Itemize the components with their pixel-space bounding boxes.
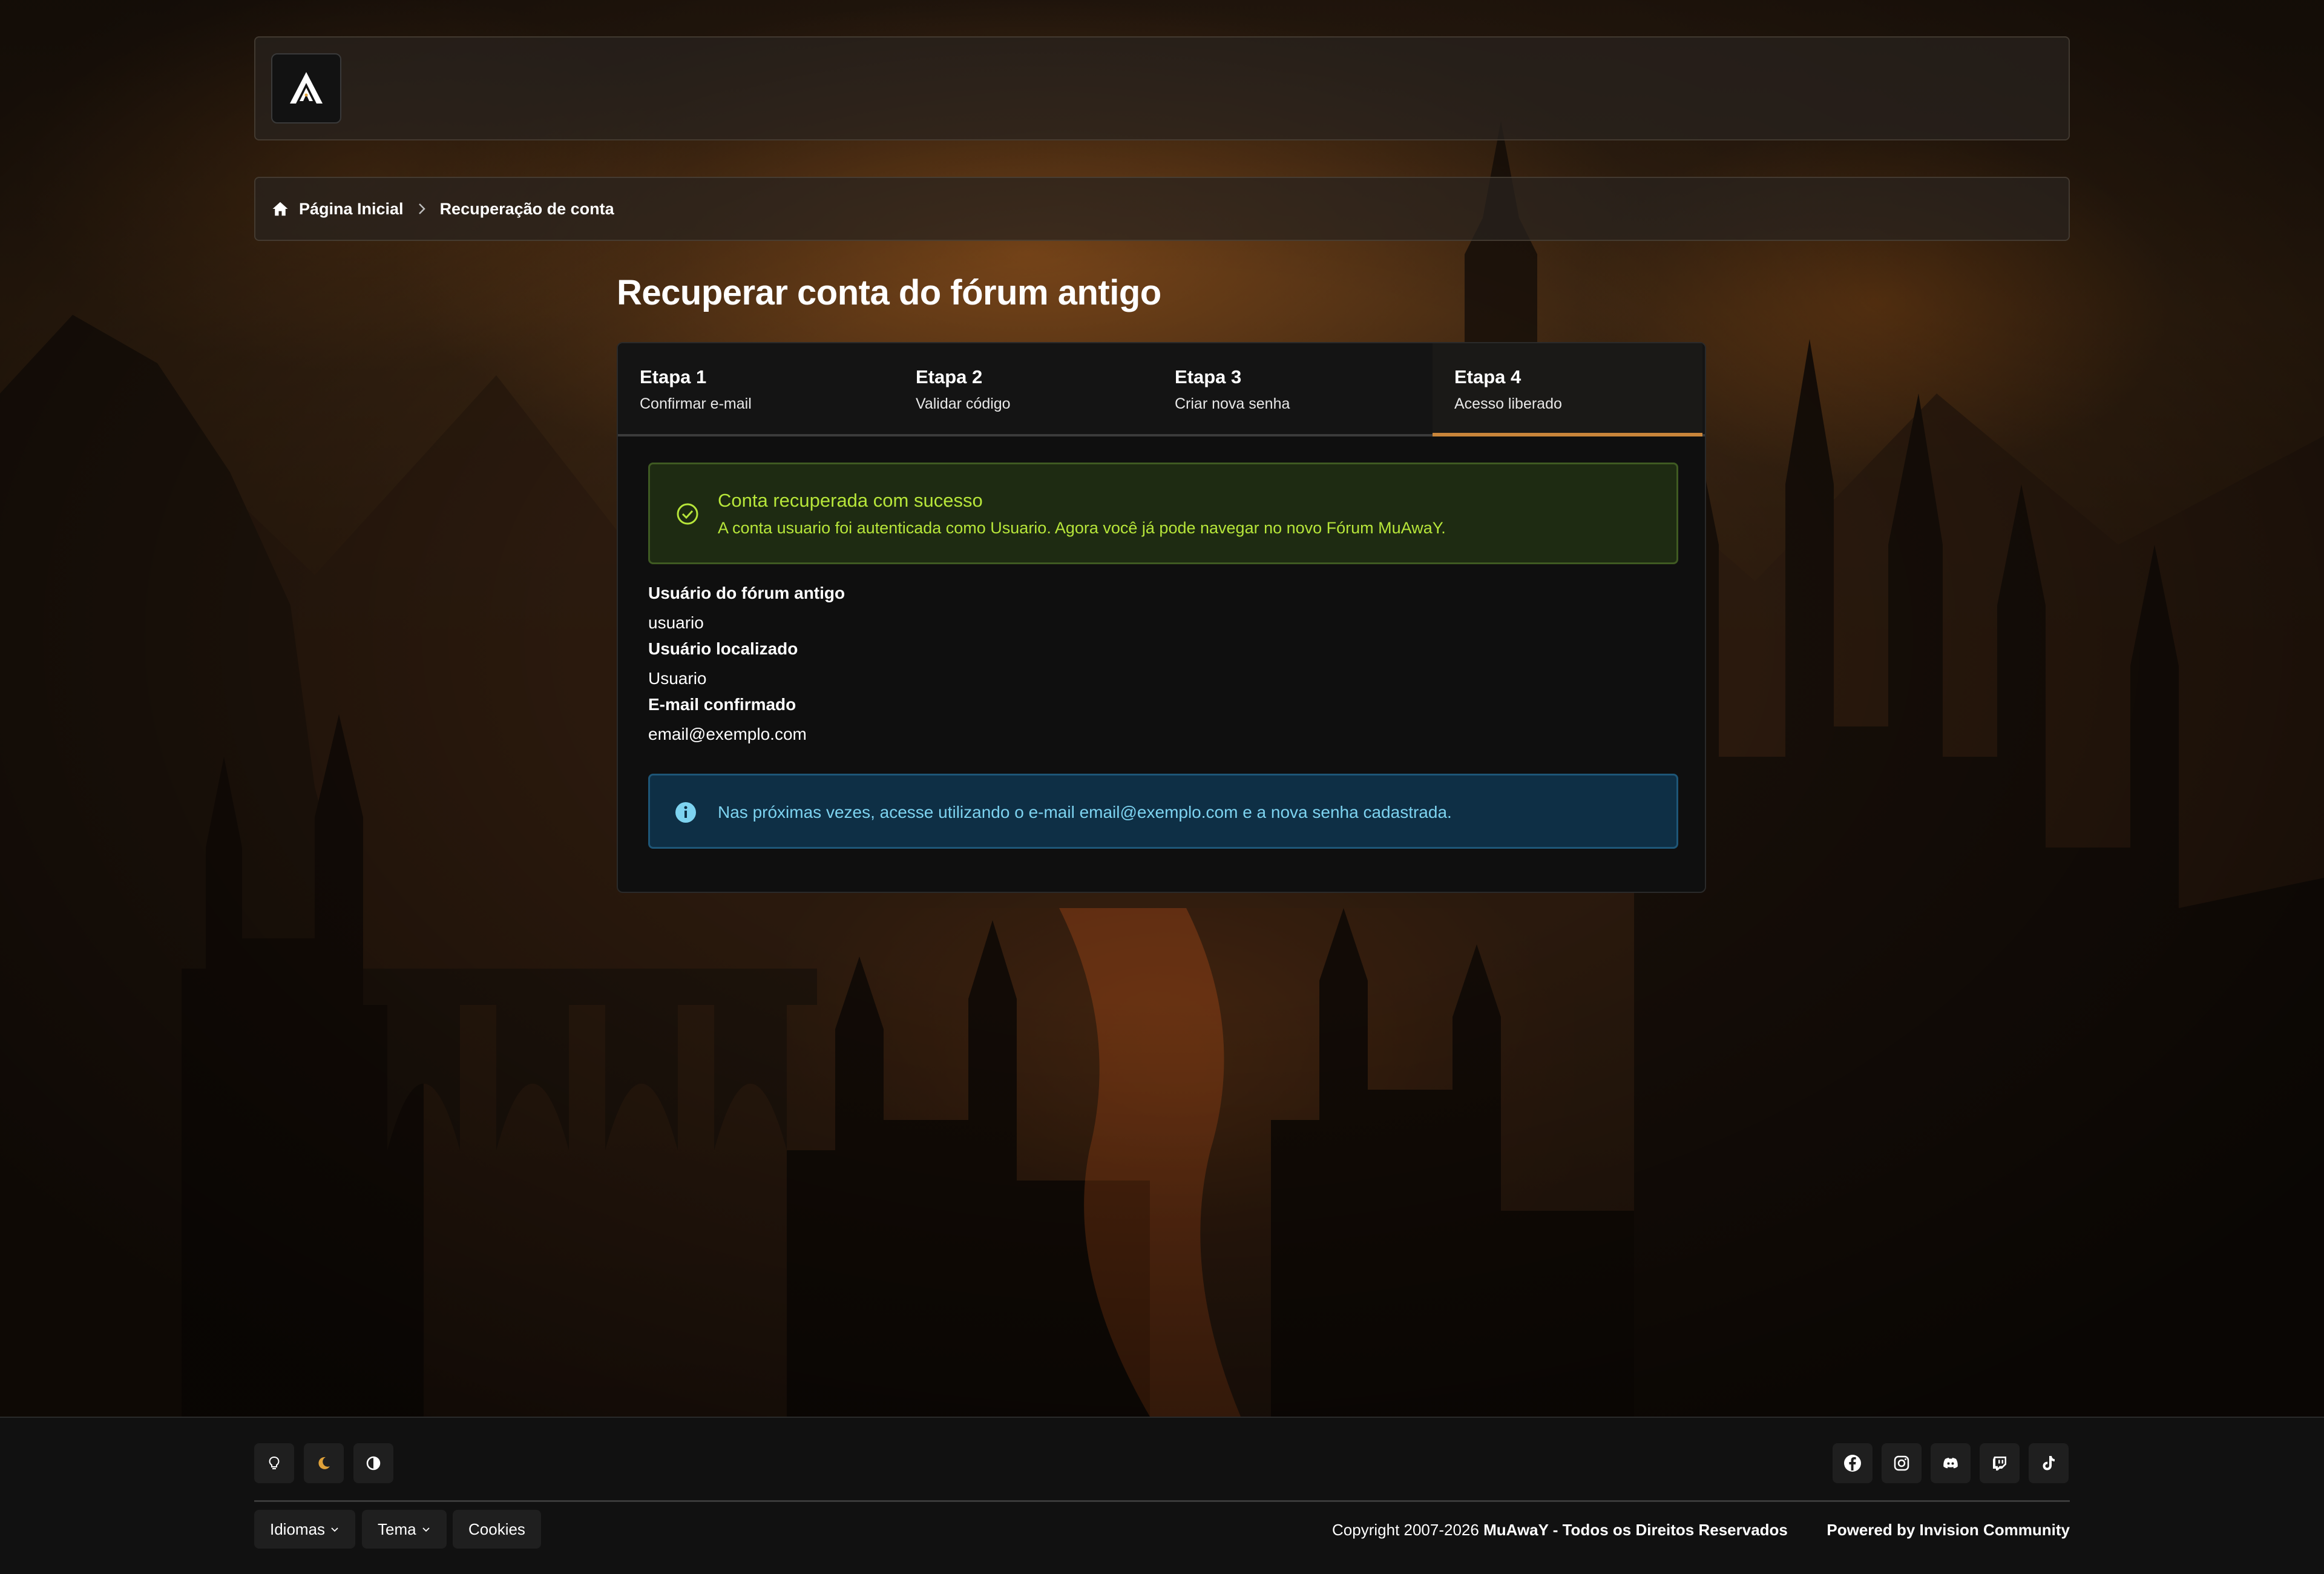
info-alert-message: Nas próximas vezes, acesse utilizando o …: [718, 803, 1452, 822]
cookies-label: Cookies: [468, 1520, 525, 1538]
step-desc: Confirmar e-mail: [640, 395, 752, 412]
facebook-button[interactable]: [1833, 1443, 1873, 1483]
recovery-card: Etapa 1 Confirmar e-mail Etapa 2 Validar…: [617, 342, 1706, 893]
logo-icon: [290, 72, 323, 104]
step-4-active: Etapa 4 Acesso liberado: [1433, 343, 1702, 436]
instagram-button[interactable]: [1882, 1443, 1922, 1483]
breadcrumb-home-link[interactable]: Página Inicial: [299, 200, 404, 219]
light-mode-button[interactable]: [254, 1443, 294, 1483]
page-title: Recuperar conta do fórum antigo: [617, 273, 1161, 312]
facebook-icon: [1844, 1455, 1861, 1472]
step-desc: Acesso liberado: [1454, 395, 1562, 412]
site-footer: Idiomas Tema Cookies Copyright 2007-2026…: [0, 1417, 2324, 1574]
field-label: E-mail confirmado: [648, 695, 796, 714]
theme-label: Tema: [378, 1520, 416, 1538]
lightbulb-icon: [269, 1457, 280, 1469]
theme-dropdown[interactable]: Tema: [362, 1510, 447, 1549]
info-alert: Nas próximas vezes, acesse utilizando o …: [648, 774, 1678, 849]
field-old-user-value: usuario: [648, 613, 704, 633]
step-desc: Validar código: [916, 395, 1011, 412]
tiktok-button[interactable]: [2029, 1443, 2069, 1483]
site-header: [254, 36, 2070, 140]
copyright-text: Copyright 2007-2026 MuAwaY - Todos os Di…: [1332, 1521, 2070, 1539]
step-desc: Criar nova senha: [1175, 395, 1290, 412]
contrast-icon: [366, 1456, 381, 1470]
step-title: Etapa 1: [640, 366, 707, 387]
twitch-button[interactable]: [1980, 1443, 2020, 1483]
home-icon: [272, 202, 288, 216]
discord-button[interactable]: [1931, 1443, 1971, 1483]
copyright-brand: MuAwaY - Todos os Direitos Reservados: [1483, 1521, 1788, 1539]
moon-icon: [318, 1457, 330, 1469]
field-value: Usuario: [648, 669, 707, 688]
field-value: usuario: [648, 613, 704, 632]
chevron-right-icon: [418, 203, 425, 214]
breadcrumb: Página Inicial Recuperação de conta: [254, 177, 2070, 241]
success-alert: Conta recuperada com sucesso A conta usu…: [648, 463, 1678, 564]
instagram-icon: [1894, 1455, 1909, 1471]
success-alert-title: Conta recuperada com sucesso: [718, 490, 983, 511]
field-label: Usuário do fórum antigo: [648, 584, 845, 602]
success-alert-message: A conta usuario foi autenticada como Usu…: [718, 519, 1446, 537]
field-value: email@exemplo.com: [648, 725, 807, 743]
cookies-button[interactable]: Cookies: [453, 1510, 541, 1549]
copyright-years: Copyright 2007-2026: [1332, 1521, 1479, 1539]
footer-divider: [254, 1500, 2070, 1502]
languages-dropdown[interactable]: Idiomas: [254, 1510, 356, 1549]
dark-mode-button[interactable]: [304, 1443, 344, 1483]
step-title: Etapa 2: [916, 366, 983, 387]
chevron-down-icon: [422, 1527, 430, 1532]
breadcrumb-current: Recuperação de conta: [439, 199, 614, 218]
chevron-down-icon: [331, 1527, 338, 1532]
field-label: Usuário localizado: [648, 639, 798, 658]
step-2: Etapa 2 Validar código: [894, 343, 1153, 436]
tiktok-icon: [2043, 1456, 2055, 1470]
info-icon: [675, 802, 696, 823]
step-indicator: Etapa 1 Confirmar e-mail Etapa 2 Validar…: [618, 343, 1705, 436]
field-old-user: Usuário do fórum antigo: [648, 584, 845, 603]
powered-by-link[interactable]: Powered by Invision Community: [1827, 1521, 2070, 1539]
field-email: E-mail confirmado: [648, 695, 796, 714]
languages-label: Idiomas: [270, 1520, 326, 1538]
step-title: Etapa 4: [1454, 366, 1521, 387]
check-circle-icon: [677, 503, 698, 525]
twitch-icon: [1993, 1457, 2006, 1470]
discord-icon: [1943, 1458, 1958, 1469]
step-title: Etapa 3: [1175, 366, 1242, 387]
site-logo[interactable]: [271, 53, 341, 123]
field-found-user: Usuário localizado: [648, 639, 798, 659]
step-1: Etapa 1 Confirmar e-mail: [618, 343, 894, 436]
contrast-mode-button[interactable]: [353, 1443, 393, 1483]
field-found-user-value: Usuario: [648, 669, 706, 688]
field-email-value: email@exemplo.com: [648, 725, 807, 744]
step-3: Etapa 3 Criar nova senha: [1153, 343, 1428, 436]
